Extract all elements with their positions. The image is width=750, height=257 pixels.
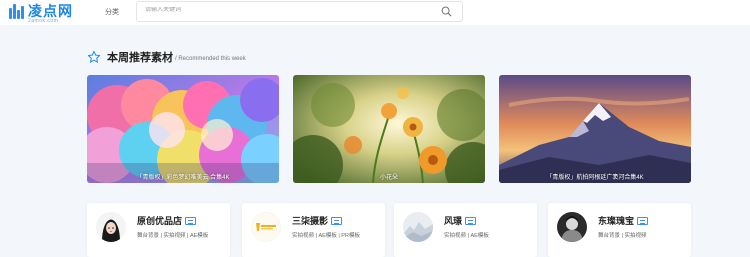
avatar bbox=[96, 212, 126, 242]
section-header: 本周推荐素材 / Recommended this week bbox=[87, 49, 246, 65]
shop-tags: 舞台背景 | 实拍视频 bbox=[598, 233, 647, 239]
logo-domain: 2amok.com bbox=[28, 18, 59, 24]
search-icon[interactable] bbox=[441, 6, 452, 17]
avatar bbox=[251, 212, 281, 242]
shop-card[interactable]: 东璨瑰宝 舞台背景 | 实拍视频 bbox=[548, 203, 691, 257]
shop-tags: 舞台背景 | 实拍视频 | AE模板 bbox=[137, 233, 209, 239]
banner-caption: 「青版权」彩色梦幻唯美云 合集4K bbox=[136, 175, 230, 181]
search-input[interactable] bbox=[145, 7, 425, 13]
search-box bbox=[136, 1, 463, 22]
verified-badge-icon bbox=[465, 216, 477, 225]
shop-card[interactable]: 原创优品店 舞台背景 | 实拍视频 | AE模板 bbox=[87, 203, 230, 257]
star-icon bbox=[87, 50, 101, 63]
shop-name[interactable]: 原创优品店 bbox=[137, 214, 197, 227]
site-logo[interactable]: 凌点网 2amok.com bbox=[9, 4, 73, 24]
shop-tags: 实拍视频 | AE模板 bbox=[444, 233, 489, 239]
avatar bbox=[403, 212, 433, 242]
logo-bars-icon bbox=[9, 4, 25, 19]
section-subtitle: / Recommended this week bbox=[175, 55, 246, 62]
shop-name[interactable]: 东璨瑰宝 bbox=[598, 214, 649, 227]
banner-card-mountain[interactable]: 「青版权」航拍阿根廷广袤河合集4K bbox=[499, 75, 691, 183]
shop-name[interactable]: 三柒摄影 bbox=[292, 214, 343, 227]
banner-caption: 小花朵 bbox=[379, 175, 398, 181]
section-title: 本周推荐素材 bbox=[107, 52, 173, 64]
shop-card[interactable]: 风璟 实拍视频 | AE模板 bbox=[394, 203, 537, 257]
shop-card[interactable]: 三柒摄影 实拍视频 | AE模板 | PR模板 bbox=[242, 203, 385, 257]
banner-card-flowers[interactable]: 小花朵 bbox=[293, 75, 485, 183]
avatar bbox=[557, 212, 587, 242]
nav-category-link[interactable]: 分类 bbox=[105, 7, 119, 17]
verified-badge-icon bbox=[185, 216, 197, 225]
shop-tags: 实拍视频 | AE模板 | PR模板 bbox=[292, 233, 360, 239]
banner-image-flowers bbox=[293, 75, 485, 183]
banner-caption: 「青版权」航拍阿根廷广袤河合集4K bbox=[546, 175, 644, 181]
shop-name[interactable]: 风璟 bbox=[444, 214, 477, 227]
banner-image-clouds bbox=[87, 75, 279, 183]
logo-text: 凌点网 bbox=[28, 3, 73, 19]
verified-badge-icon bbox=[637, 216, 649, 225]
top-bar: 凌点网 2amok.com 分类 bbox=[0, 0, 750, 25]
verified-badge-icon bbox=[331, 216, 343, 225]
banner-image-mountain bbox=[499, 75, 691, 183]
banner-card-clouds[interactable]: 「青版权」彩色梦幻唯美云 合集4K bbox=[87, 75, 279, 183]
